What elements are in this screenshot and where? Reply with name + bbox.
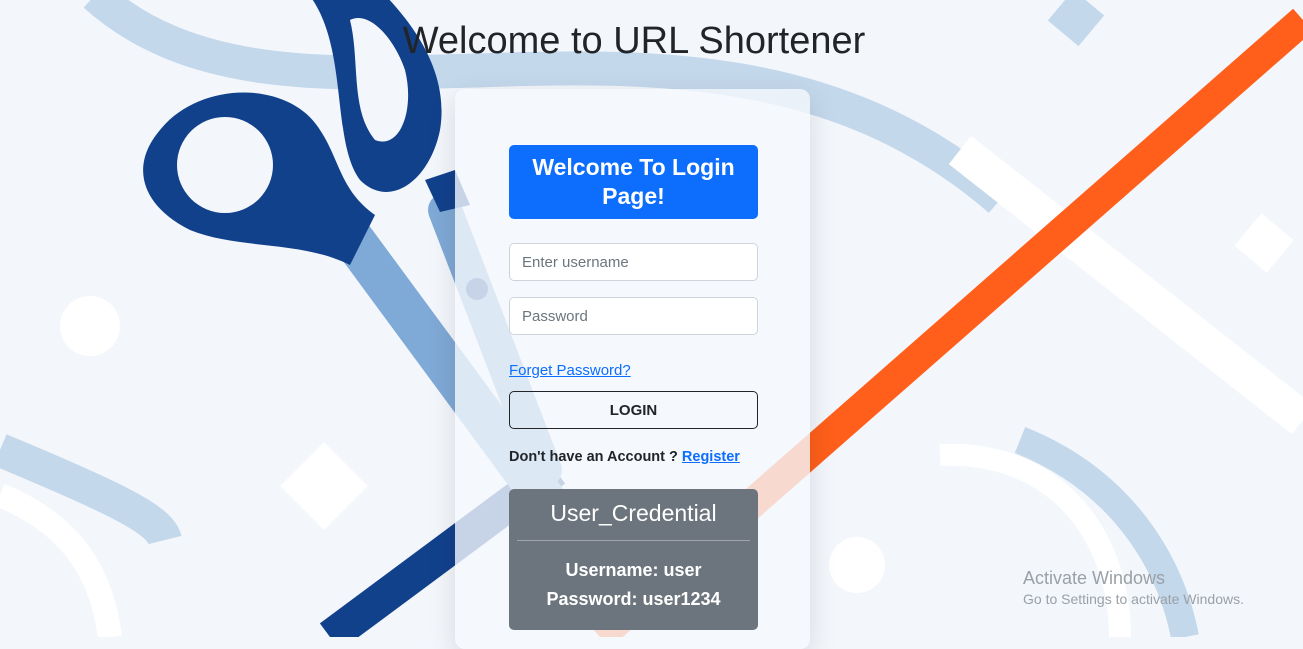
background-square — [280, 442, 368, 530]
forget-password-link[interactable]: Forget Password? — [509, 362, 631, 379]
username-input[interactable] — [509, 243, 758, 281]
background-dot — [60, 296, 120, 356]
login-banner: Welcome To Login Page! — [509, 145, 758, 219]
credentials-divider — [517, 540, 750, 541]
watermark-title: Activate Windows — [1023, 568, 1166, 588]
register-link[interactable]: Register — [682, 449, 740, 465]
background-square — [1234, 213, 1294, 273]
password-input[interactable] — [509, 297, 758, 335]
login-button[interactable]: LOGIN — [509, 391, 758, 429]
no-account-text: Don't have an Account ? — [509, 449, 678, 465]
register-prompt: Don't have an Account ? Register — [509, 449, 758, 465]
background-arc — [0, 483, 122, 637]
credentials-title: User_Credential — [550, 500, 717, 526]
background-dot — [829, 537, 885, 593]
watermark-subtitle: Go to Settings to activate Windows. — [1023, 591, 1244, 607]
activate-windows-watermark: Activate Windows Go to Settings to activ… — [1023, 568, 1244, 607]
page-title: Welcome to URL Shortener — [402, 20, 866, 62]
credentials-username: Username: user — [565, 560, 702, 580]
credentials-password: Password: user1234 — [546, 589, 721, 609]
credentials-box: User_Credential Username: user Password:… — [509, 489, 758, 630]
